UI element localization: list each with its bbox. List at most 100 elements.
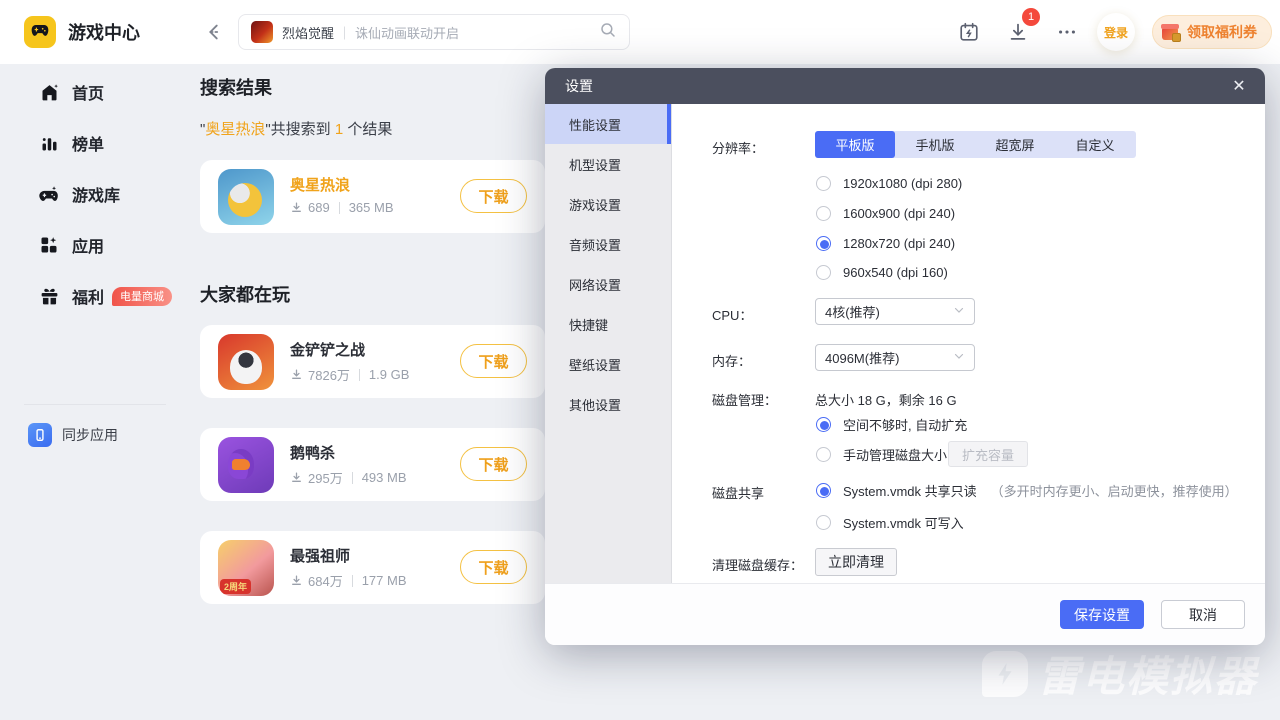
tab-ultrawide[interactable]: 超宽屏 — [975, 131, 1055, 158]
clean-cache-label: 清理磁盘缓存： — [712, 555, 803, 574]
resolution-tabs: 平板版 手机版 超宽屏 自定义 — [815, 131, 1136, 158]
disk-size-summary: 总大小 18 G，剩余 16 G — [815, 390, 957, 409]
popular-heading: 大家都在玩 — [200, 281, 290, 307]
menu-item-other[interactable]: 其他设置 — [545, 384, 671, 424]
game-icon-eyasha — [218, 437, 274, 493]
cpu-select[interactable]: 4核(推荐) — [815, 298, 975, 325]
ldplayer-watermark: 雷电模拟器 — [982, 643, 1258, 704]
menu-item-game-settings[interactable]: 游戏设置 — [545, 184, 671, 224]
top-bar: 游戏中心 烈焰觉醒｜诛仙动画联动开启 1 登录 领取福利券 — [0, 0, 1280, 64]
result-count: 1 — [335, 121, 343, 138]
disk-option-auto-expand[interactable]: 空间不够时, 自动扩充 — [816, 416, 967, 432]
game-card-jinchanchan[interactable]: 金铲铲之战 7826万1.9 GB 下载 — [200, 325, 545, 398]
dialog-header[interactable]: 设置 ✕ — [545, 68, 1265, 104]
cancel-button[interactable]: 取消 — [1161, 600, 1245, 629]
game-title: 金铲铲之战 — [290, 339, 365, 360]
download-button[interactable]: 下载 — [460, 447, 527, 481]
close-icon[interactable]: ✕ — [1225, 72, 1253, 100]
radio-icon-selected[interactable] — [816, 236, 831, 251]
back-icon[interactable] — [200, 18, 228, 46]
game-stats: 689365 MB — [290, 200, 394, 215]
resolution-option-1600[interactable]: 1600x900 (dpi 240) — [816, 205, 955, 221]
search-results-heading: 搜索结果 — [200, 74, 272, 100]
radio-icon[interactable] — [816, 447, 831, 462]
game-icon-jinchanchan — [218, 334, 274, 390]
sidebar-item-home[interactable]: 首页 — [0, 72, 185, 112]
disk-management-label: 磁盘管理： — [712, 390, 777, 409]
disk-share-label: 磁盘共享 — [712, 483, 764, 502]
dialog-footer: 保存设置 取消 — [545, 583, 1265, 645]
login-button[interactable]: 登录 — [1097, 13, 1135, 51]
sync-phone-icon — [28, 423, 52, 447]
cpu-label: CPU： — [712, 305, 752, 324]
radio-icon[interactable] — [816, 265, 831, 280]
radio-icon[interactable] — [816, 176, 831, 191]
more-icon[interactable] — [1055, 20, 1079, 44]
search-keyword: 奥星热浪 — [205, 121, 265, 138]
ldplayer-logo-icon — [982, 651, 1028, 697]
radio-icon[interactable] — [816, 206, 831, 221]
save-settings-button[interactable]: 保存设置 — [1060, 600, 1144, 629]
menu-item-network[interactable]: 网络设置 — [545, 264, 671, 304]
download-count-badge: 1 — [1022, 8, 1040, 26]
sidebar-item-apps[interactable]: 应用 — [0, 225, 185, 265]
menu-item-shortcuts[interactable]: 快捷键 — [545, 304, 671, 344]
home-icon — [38, 81, 60, 103]
radio-icon-selected[interactable] — [816, 483, 831, 498]
tab-custom[interactable]: 自定义 — [1055, 131, 1135, 158]
share-option-writable[interactable]: System.vmdk 可写入 — [816, 514, 964, 530]
share-option-readonly[interactable]: System.vmdk 共享只读 （多开时内存更小、启动更快，推荐使用） — [816, 482, 1238, 498]
search-results-summary: "奥星热浪"共搜索到 1 个结果 — [200, 118, 392, 139]
tab-phone[interactable]: 手机版 — [895, 131, 975, 158]
menu-item-audio[interactable]: 音频设置 — [545, 224, 671, 264]
game-stats: 295万493 MB — [290, 468, 407, 487]
memory-label: 内存： — [712, 351, 751, 370]
calendar-icon[interactable] — [957, 20, 981, 44]
resolution-option-960[interactable]: 960x540 (dpi 160) — [816, 264, 948, 280]
menu-item-wallpaper[interactable]: 壁纸设置 — [545, 344, 671, 384]
game-card-aoxingrelang[interactable]: 奥星热浪 689365 MB 下载 — [200, 160, 545, 233]
resolution-option-1920[interactable]: 1920x1080 (dpi 280) — [816, 175, 962, 191]
search-text: 烈焰觉醒｜诛仙动画联动开启 — [282, 23, 459, 42]
sidebar-item-sync-apps[interactable]: 同步应用 — [28, 421, 118, 449]
disk-option-manual[interactable]: 手动管理磁盘大小 — [816, 446, 947, 462]
memory-select[interactable]: 4096M(推荐) — [815, 344, 975, 371]
apps-grid-icon — [38, 234, 60, 256]
app-logo — [24, 16, 56, 48]
app-title: 游戏中心 — [68, 0, 140, 64]
chevron-down-icon — [953, 350, 965, 365]
tab-tablet[interactable]: 平板版 — [815, 131, 895, 158]
sidebar-item-game-library[interactable]: 游戏库 — [0, 174, 185, 214]
sidebar-divider — [24, 404, 166, 405]
search-input[interactable]: 烈焰觉醒｜诛仙动画联动开启 — [238, 14, 630, 50]
game-stats: 7826万1.9 GB — [290, 365, 409, 384]
ranking-icon — [38, 132, 60, 154]
gift-coupon-icon — [1161, 22, 1181, 42]
game-icon-aoxingrelang — [218, 169, 274, 225]
sidebar-item-benefits[interactable]: 福利 电量商城 — [0, 276, 185, 316]
game-card-zuiqiangzushi[interactable]: 2周年 最强祖师 684万177 MB 下载 — [200, 531, 545, 604]
game-title: 鹅鸭杀 — [290, 442, 335, 463]
settings-menu: 性能设置 机型设置 游戏设置 音频设置 网络设置 快捷键 壁纸设置 其他设置 — [545, 104, 672, 583]
mall-badge: 电量商城 — [112, 287, 172, 306]
gamepad-logo-icon — [30, 20, 50, 45]
sidebar-item-rankings[interactable]: 榜单 — [0, 123, 185, 163]
radio-icon[interactable] — [816, 515, 831, 530]
search-icon[interactable] — [599, 21, 617, 44]
claim-coupon-button[interactable]: 领取福利券 — [1152, 15, 1272, 49]
menu-item-performance[interactable]: 性能设置 — [545, 104, 671, 144]
expand-capacity-button[interactable]: 扩充容量 — [948, 441, 1028, 467]
clean-now-button[interactable]: 立即清理 — [815, 548, 897, 576]
game-stats: 684万177 MB — [290, 571, 407, 590]
watermark-text: 雷电模拟器 — [1038, 643, 1258, 704]
download-button[interactable]: 下载 — [460, 550, 527, 584]
radio-icon-selected[interactable] — [816, 417, 831, 432]
game-card-eyasha[interactable]: 鹅鸭杀 295万493 MB 下载 — [200, 428, 545, 501]
search-game-icon — [251, 21, 273, 43]
menu-item-device-model[interactable]: 机型设置 — [545, 144, 671, 184]
download-button[interactable]: 下载 — [460, 344, 527, 378]
app-window: 游戏中心 烈焰觉醒｜诛仙动画联动开启 1 登录 领取福利券 — [0, 0, 1280, 720]
resolution-label: 分辨率： — [712, 138, 764, 157]
resolution-option-1280[interactable]: 1280x720 (dpi 240) — [816, 235, 955, 251]
download-button[interactable]: 下载 — [460, 179, 527, 213]
